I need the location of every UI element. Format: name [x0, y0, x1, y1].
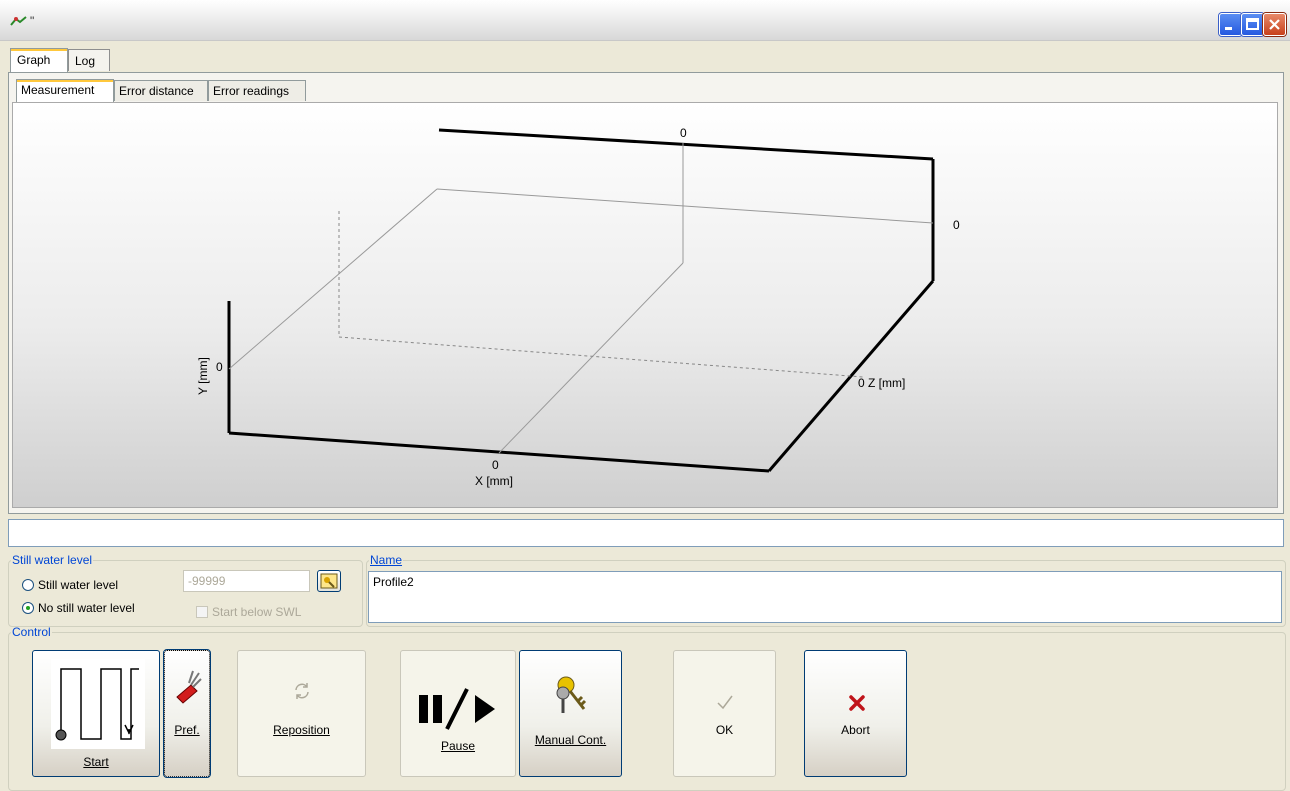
- y-tick-label: 0: [216, 360, 223, 374]
- grid-line: [436, 188, 934, 224]
- abort-label: Abort: [841, 723, 870, 737]
- radio-still-water-level[interactable]: Still water level: [22, 578, 118, 592]
- manual-label: Manual Cont.: [534, 733, 607, 747]
- pause-button[interactable]: Pause: [400, 650, 516, 777]
- z-tick-label: 0: [858, 376, 865, 390]
- radio-label: No still water level: [38, 601, 135, 615]
- pause-play-icon: [419, 688, 495, 730]
- radio-button-selected[interactable]: [22, 602, 34, 614]
- tab-error-distance[interactable]: Error distance: [114, 80, 208, 101]
- z-axis-line: [767, 280, 935, 472]
- ok-button[interactable]: OK: [673, 650, 776, 777]
- grid-line-dashed: [338, 336, 864, 378]
- minimize-button[interactable]: [1219, 13, 1242, 36]
- graph-canvas: 0 0 0 0 X [mm] 0 Z [mm] Y [mm]: [196, 126, 960, 488]
- radio-label: Still water level: [38, 578, 119, 592]
- title-bar: ": [0, 0, 1290, 41]
- refresh-icon: [295, 683, 309, 699]
- swiss-knife-icon: [176, 670, 202, 704]
- maximize-button[interactable]: [1241, 13, 1264, 36]
- manual-control-button[interactable]: Manual Cont.: [519, 650, 622, 777]
- name-legend: Name: [370, 553, 403, 567]
- cross-icon: [849, 695, 865, 711]
- measurement-graph: 0 0 0 0 X [mm] 0 Z [mm] Y [mm]: [12, 102, 1278, 508]
- reposition-button[interactable]: Reposition: [237, 650, 366, 777]
- tab-log[interactable]: Log: [68, 49, 110, 71]
- abort-button[interactable]: Abort: [804, 650, 907, 777]
- minimize-icon: [1225, 27, 1232, 30]
- z-axis-label: Z [mm]: [868, 376, 905, 390]
- tab-graph[interactable]: Graph: [10, 48, 68, 72]
- tab-measurement[interactable]: Measurement: [16, 79, 114, 102]
- status-field[interactable]: [8, 519, 1284, 547]
- app-icon: [10, 16, 27, 26]
- start-label: Start: [83, 755, 109, 769]
- top-tick-label: 0: [680, 126, 687, 140]
- window-title: ": [30, 14, 35, 28]
- start-below-swl-checkbox[interactable]: Start below SWL: [196, 605, 301, 619]
- checkbox-label: Start below SWL: [212, 605, 302, 619]
- start-path-icon: [51, 659, 145, 749]
- pref-label: Pref.: [174, 723, 200, 737]
- radio-button[interactable]: [22, 579, 34, 591]
- start-button[interactable]: Start: [32, 650, 160, 777]
- radio-no-still-water-level[interactable]: No still water level: [22, 601, 135, 615]
- tab-error-readings[interactable]: Error readings: [208, 80, 306, 101]
- y-axis-label: Y [mm]: [196, 357, 210, 395]
- pause-label: Pause: [440, 739, 476, 753]
- name-input[interactable]: Profile2: [368, 571, 1282, 623]
- x-tick-label: 0: [492, 458, 499, 472]
- still-water-level-tool-button[interactable]: [317, 570, 341, 592]
- checkbox[interactable]: [196, 606, 208, 618]
- grid-line: [498, 262, 684, 454]
- ok-label: OK: [715, 723, 734, 737]
- checkmark-icon: [717, 695, 733, 710]
- keys-icon: [556, 676, 587, 713]
- close-button[interactable]: [1263, 13, 1286, 36]
- maximize-icon: [1246, 18, 1259, 30]
- right-tick-label: 0: [953, 218, 960, 232]
- still-water-level-input[interactable]: -99999: [183, 570, 310, 592]
- x-axis-label: X [mm]: [475, 474, 513, 488]
- keys-icon: [320, 573, 338, 589]
- reposition-label: Reposition: [273, 723, 330, 737]
- preferences-button[interactable]: Pref.: [163, 649, 211, 778]
- still-water-level-legend: Still water level: [12, 553, 93, 567]
- x-axis-line: [228, 431, 770, 473]
- close-icon: [1269, 19, 1280, 30]
- control-legend: Control: [12, 625, 51, 639]
